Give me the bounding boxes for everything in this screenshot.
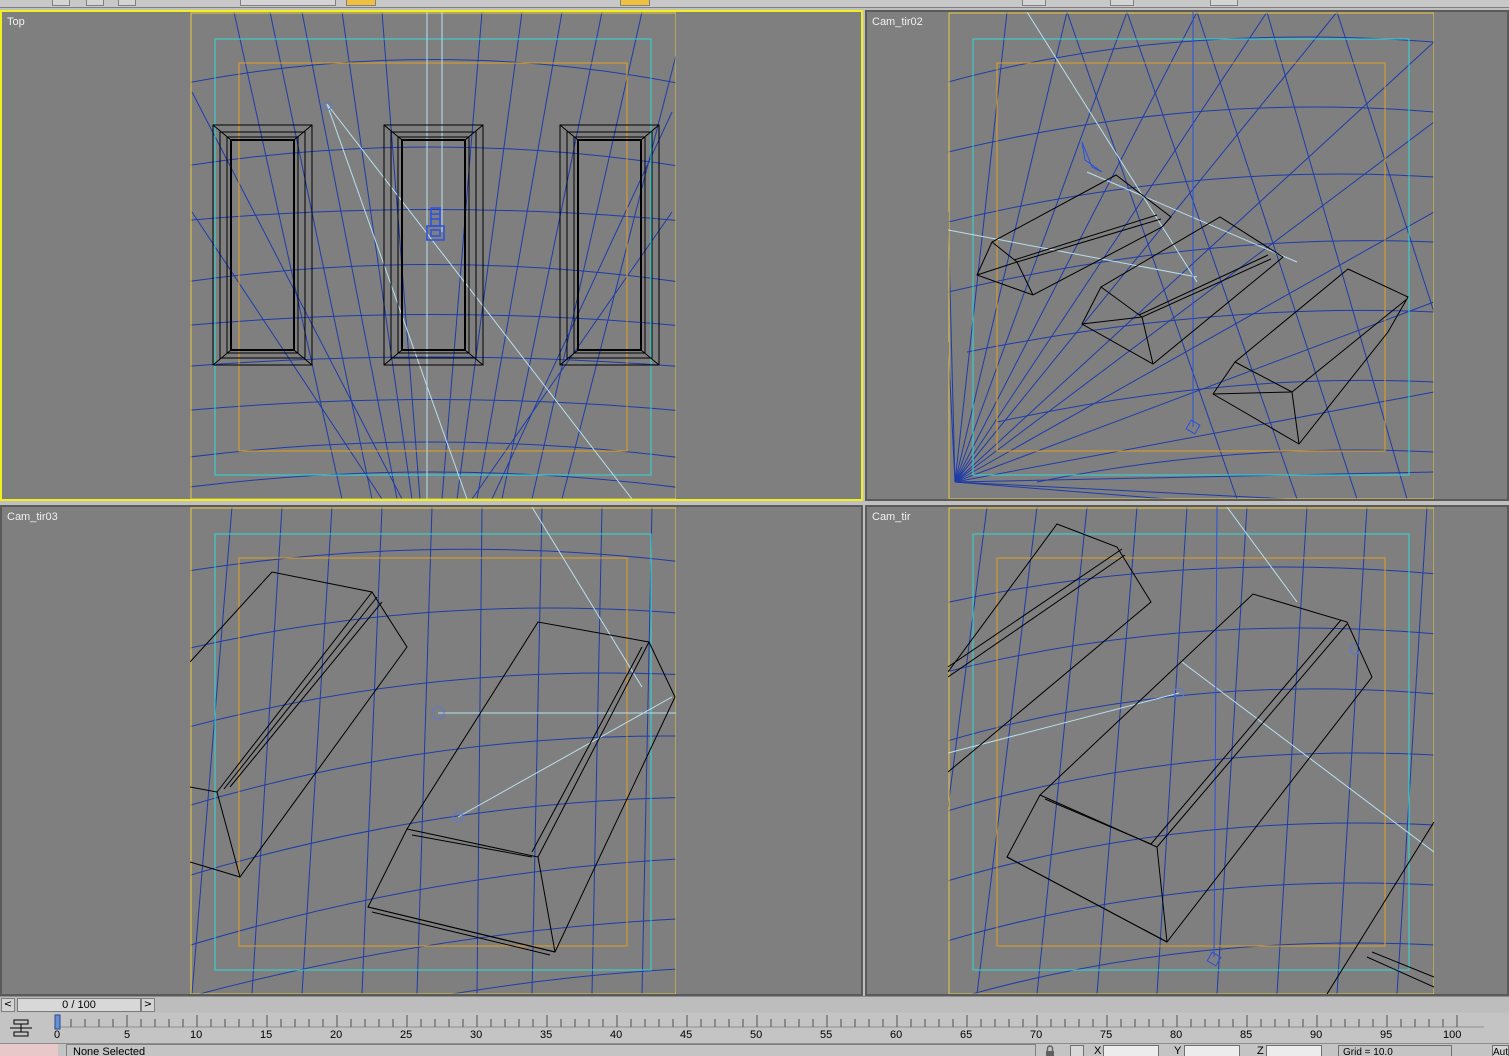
y-coord-field[interactable] [1184, 1045, 1240, 1056]
current-frame-marker[interactable] [54, 1014, 61, 1030]
viewport-cam-tir03-canvas[interactable] [2, 507, 861, 994]
viewport-cam-tir03[interactable]: Cam_tir03 [0, 505, 863, 996]
ruler-tick-label: 50 [750, 1029, 762, 1041]
perspective-grid [948, 507, 1434, 994]
viewport-label[interactable]: Cam_tir [872, 511, 911, 523]
lock-icon[interactable] [1044, 1045, 1056, 1056]
ruler-tick-label: 55 [820, 1029, 832, 1041]
viewport-cam-tir02-canvas[interactable] [867, 12, 1507, 499]
selection-status: None Selected [66, 1044, 1036, 1056]
toolbar-button[interactable] [118, 0, 136, 6]
ruler-tick-label: 100 [1443, 1029, 1461, 1041]
viewport-cam-tir02[interactable]: Cam_tir02 [865, 10, 1509, 501]
perspective-grid [190, 507, 676, 994]
viewport-label[interactable]: Cam_tir03 [7, 511, 58, 523]
track-bar[interactable]: 0 5 10 15 20 25 30 35 40 45 50 55 60 65 70 75 80 85 90 95 10… [0, 1013, 1509, 1043]
camera-icon[interactable] [426, 207, 445, 241]
ruler-tick-label: 60 [890, 1029, 902, 1041]
ruler-tick-label: 15 [260, 1029, 272, 1041]
ruler-tick-label: 95 [1380, 1029, 1392, 1041]
chevron-left-icon[interactable]: < [1, 998, 15, 1012]
main-toolbar [0, 0, 1509, 8]
gold-bar-wireframes[interactable] [948, 523, 1434, 994]
auto-key-button[interactable]: Auto [1492, 1045, 1509, 1056]
ruler-tick-label: 85 [1240, 1029, 1252, 1041]
viewport-label[interactable]: Cam_tir02 [872, 16, 923, 28]
ruler-tick-label: 75 [1100, 1029, 1112, 1041]
snap-toggle-button[interactable] [620, 0, 650, 6]
ruler-tick-label: 65 [960, 1029, 972, 1041]
select-object-button[interactable] [346, 0, 376, 6]
ruler-tick-label: 25 [400, 1029, 412, 1041]
toolbar-button[interactable] [86, 0, 104, 6]
safe-frame-live [190, 12, 676, 499]
grid-size-display: Grid = 10.0 [1338, 1045, 1452, 1056]
light-target-lines [948, 12, 1298, 283]
light-target-lines [326, 12, 633, 499]
y-coord-label: Y [1174, 1045, 1182, 1056]
z-coord-field[interactable] [1266, 1045, 1322, 1056]
safe-frame-action [972, 533, 1410, 971]
ruler-tick-label: 30 [470, 1029, 482, 1041]
x-coord-label: X [1094, 1045, 1102, 1056]
time-slider-thumb[interactable]: 0 / 100 [17, 998, 141, 1012]
viewport-top-canvas[interactable] [2, 12, 861, 499]
max-app-window: Top Cam_tir02 Cam_tir03 Cam_tir < 0 / 10… [0, 0, 1509, 1056]
viewport-cam-tir[interactable]: Cam_tir [865, 505, 1509, 996]
ruler-tick-label: 80 [1170, 1029, 1182, 1041]
toolbar-button[interactable] [52, 0, 70, 6]
ruler-tick-label: 20 [330, 1029, 342, 1041]
ruler-tick-label: 5 [124, 1029, 130, 1041]
safe-frame-action [214, 38, 652, 476]
light-icon[interactable] [1081, 141, 1103, 173]
viewport-cam-tir-canvas[interactable] [867, 507, 1507, 994]
chevron-right-icon[interactable]: > [141, 998, 155, 1012]
z-coord-label: Z [1257, 1045, 1264, 1056]
ruler-tick-label: 90 [1310, 1029, 1322, 1041]
ruler-tick-label: 10 [190, 1029, 202, 1041]
viewport-top[interactable]: Top [0, 10, 863, 501]
perspective-grid [948, 12, 1434, 499]
ruler-tick-label: 70 [1030, 1029, 1042, 1041]
ruler-tick-label: 45 [680, 1029, 692, 1041]
ruler-tick-label: 35 [540, 1029, 552, 1041]
status-bar: None Selected X Y Z Grid = 10.0 Auto [0, 1043, 1509, 1056]
viewport-label[interactable]: Top [7, 16, 25, 28]
selection-filter-dropdown[interactable] [240, 0, 336, 6]
curve-editor-icon[interactable] [6, 1018, 38, 1038]
absolute-mode-icon[interactable] [1070, 1045, 1084, 1056]
light-target-lines [948, 507, 1434, 853]
track-bar-ruler[interactable]: 0 5 10 15 20 25 30 35 40 45 50 55 60 65 70 75 80 85 90 95 10… [54, 1013, 1484, 1043]
safe-frame-action [972, 38, 1410, 476]
ruler-tick-label: 40 [610, 1029, 622, 1041]
safe-frame-title [238, 62, 628, 452]
toolbar-button[interactable] [1210, 0, 1238, 6]
time-slider[interactable]: < 0 / 100 > [0, 996, 1509, 1012]
toolbar-button[interactable] [1110, 0, 1134, 6]
light-icon[interactable] [322, 101, 332, 111]
toolbar-button[interactable] [1022, 0, 1046, 6]
x-coord-field[interactable] [1103, 1045, 1159, 1056]
maxscript-listener-swatch[interactable] [0, 1044, 58, 1056]
gold-bar-wireframes[interactable] [190, 571, 676, 956]
ruler-tick-label: 0 [54, 1029, 60, 1041]
